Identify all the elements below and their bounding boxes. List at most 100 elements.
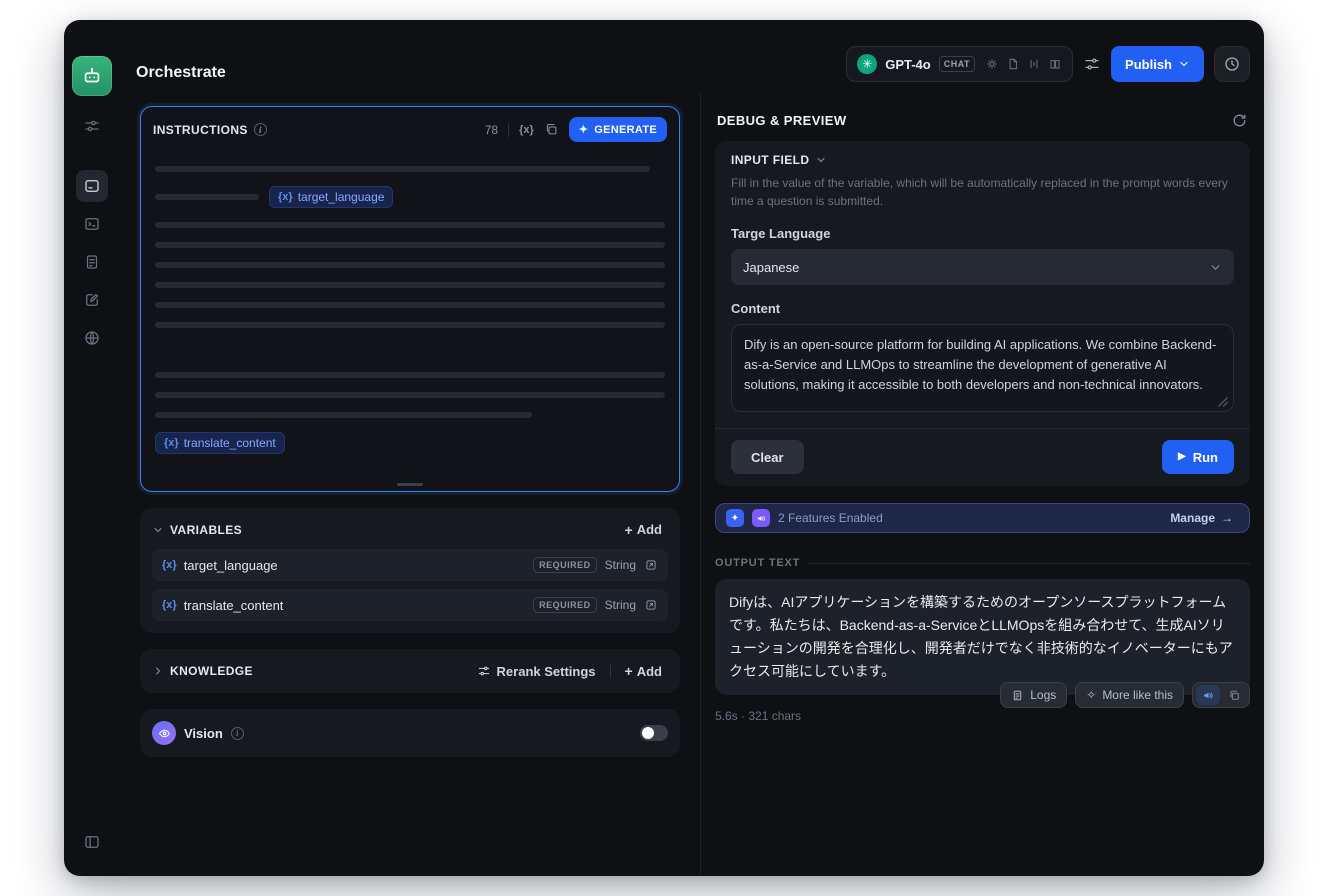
chevron-right-icon: [152, 665, 164, 677]
knowledge-section: KNOWLEDGE Rerank Settings + Add: [140, 649, 680, 693]
add-label: Add: [636, 522, 662, 537]
sparkle-outline-icon: ✧: [1086, 688, 1097, 703]
variable-brackets-icon: {x}: [162, 599, 177, 611]
more-like-this-button[interactable]: ✧ More like this: [1075, 682, 1184, 709]
rail-nav: [76, 170, 108, 354]
main-area: Orchestrate ✳ GPT-4o CHAT Publish INSTRU…: [120, 20, 1264, 876]
openai-logo-icon: ✳: [857, 54, 878, 74]
notebook-icon[interactable]: [1048, 57, 1062, 71]
speaker-button[interactable]: [1196, 685, 1220, 706]
nav-api[interactable]: [76, 208, 108, 240]
manage-features-button[interactable]: Manage →: [1164, 510, 1239, 526]
nav-annotation[interactable]: [76, 284, 108, 316]
model-config-button[interactable]: [1083, 55, 1101, 73]
annotation-icon: [86, 293, 99, 306]
skeleton-line: [155, 302, 665, 308]
run-button[interactable]: ▶ Run: [1162, 440, 1234, 474]
skeleton-line: [155, 262, 665, 268]
model-name: GPT-4o: [885, 56, 931, 72]
copy-output-button[interactable]: [1222, 685, 1246, 705]
nav-config[interactable]: [76, 110, 108, 142]
instructions-panel: INSTRUCTIONS i 78 {x} ✦ GENERATE {x} tar…: [140, 106, 680, 492]
output-text: Difyは、AIアプリケーションを構築するためのオープンソースプラットフォームで…: [715, 579, 1250, 696]
add-knowledge-button[interactable]: + Add: [619, 660, 668, 683]
refresh-icon: [1233, 114, 1246, 127]
logs-button[interactable]: Logs: [1000, 682, 1068, 709]
insert-variable-button[interactable]: {x}: [519, 124, 534, 136]
variable-chip-translate-content[interactable]: {x} translate_content: [155, 432, 285, 454]
restart-debug-button[interactable]: [1231, 112, 1248, 129]
copy-prompt-button[interactable]: [544, 122, 559, 137]
nav-orchestrate[interactable]: [76, 170, 108, 202]
sparkle-icon: ✦: [578, 124, 589, 136]
resize-handle-icon[interactable]: [1218, 397, 1228, 407]
chevron-down-icon: [1209, 261, 1222, 274]
feature-tts-icon[interactable]: [752, 509, 770, 527]
nav-monitoring[interactable]: [76, 322, 108, 354]
collapse-sidebar-button[interactable]: [76, 826, 108, 858]
equalizer-icon[interactable]: [1027, 57, 1041, 71]
knowledge-toggle[interactable]: KNOWLEDGE: [152, 664, 253, 678]
variables-section: VARIABLES + Add {x} target_language REQU…: [140, 508, 680, 633]
variables-toggle[interactable]: VARIABLES: [152, 523, 242, 537]
publish-button[interactable]: Publish: [1111, 46, 1204, 82]
topbar-actions: ✳ GPT-4o CHAT Publish: [846, 46, 1250, 82]
plus-icon: +: [624, 521, 633, 538]
skeleton-line: [155, 392, 665, 398]
vision-section: Vision i: [140, 709, 680, 757]
variable-chip-target-language[interactable]: {x} target_language: [269, 186, 394, 208]
variable-chip-label: translate_content: [183, 436, 276, 450]
history-button[interactable]: [1214, 46, 1250, 82]
vision-toggle[interactable]: [640, 725, 668, 741]
divider: [609, 664, 611, 678]
string-type-icon[interactable]: [644, 598, 658, 612]
rerank-icon: [478, 666, 489, 676]
collapse-panel-icon: [85, 836, 99, 848]
target-language-select[interactable]: Japanese: [731, 249, 1234, 285]
play-icon: ▶: [1178, 451, 1186, 462]
variable-row[interactable]: {x} target_language REQUIRED String: [152, 549, 668, 581]
robot-icon: [84, 67, 100, 83]
logs-label: Logs: [1030, 688, 1057, 703]
chevron-down-icon: [152, 524, 164, 536]
file-icon[interactable]: [1006, 57, 1020, 71]
string-type-icon[interactable]: [644, 558, 658, 572]
variable-chip-label: target_language: [297, 190, 385, 204]
model-mode-badge: CHAT: [938, 56, 976, 72]
skeleton-line: [155, 282, 665, 288]
required-badge: REQUIRED: [533, 557, 597, 573]
clear-button[interactable]: Clear: [731, 440, 804, 474]
variable-brackets-icon: {x}: [278, 191, 293, 203]
copy-icon: [546, 123, 557, 135]
skeleton-line: [155, 242, 665, 248]
app-icon[interactable]: [72, 56, 112, 96]
feature-sparkle-icon[interactable]: ✦: [726, 509, 744, 527]
plus-icon: +: [624, 663, 633, 679]
globe-icon: [85, 331, 99, 345]
output-footer: 5.6s · 321 chars Logs ✧ More like this: [715, 682, 1250, 731]
nav-logs[interactable]: [76, 246, 108, 278]
chevron-down-icon: [1180, 61, 1188, 67]
publish-label: Publish: [1125, 56, 1172, 72]
input-field-toggle[interactable]: INPUT FIELD: [731, 153, 1234, 167]
model-selector[interactable]: ✳ GPT-4o CHAT: [846, 46, 1074, 82]
variable-row[interactable]: {x} translate_content REQUIRED String: [152, 589, 668, 621]
run-label: Run: [1192, 449, 1218, 465]
skeleton-line: [155, 222, 665, 228]
toggle-knob: [642, 727, 654, 739]
char-count: 78: [484, 122, 499, 137]
model-feature-icons: [985, 57, 1062, 71]
prompt-editor[interactable]: {x} target_language {x} translate_conten…: [141, 146, 679, 491]
content-textarea[interactable]: Dify is an open-source platform for buil…: [731, 324, 1234, 412]
add-label: Add: [636, 663, 662, 679]
more-like-this-label: More like this: [1102, 688, 1173, 703]
debug-column: DEBUG & PREVIEW INPUT FIELD Fill in the …: [701, 92, 1264, 876]
rerank-settings-button[interactable]: Rerank Settings: [471, 663, 602, 680]
chevron-down-icon: [815, 154, 827, 166]
topbar: Orchestrate ✳ GPT-4o CHAT Publish: [120, 20, 1264, 92]
resize-drag-handle[interactable]: [397, 483, 423, 486]
generate-button[interactable]: ✦ GENERATE: [568, 117, 667, 142]
variable-type: String: [604, 558, 636, 572]
add-variable-button[interactable]: + Add: [619, 518, 668, 541]
gear-icon[interactable]: [985, 57, 999, 71]
